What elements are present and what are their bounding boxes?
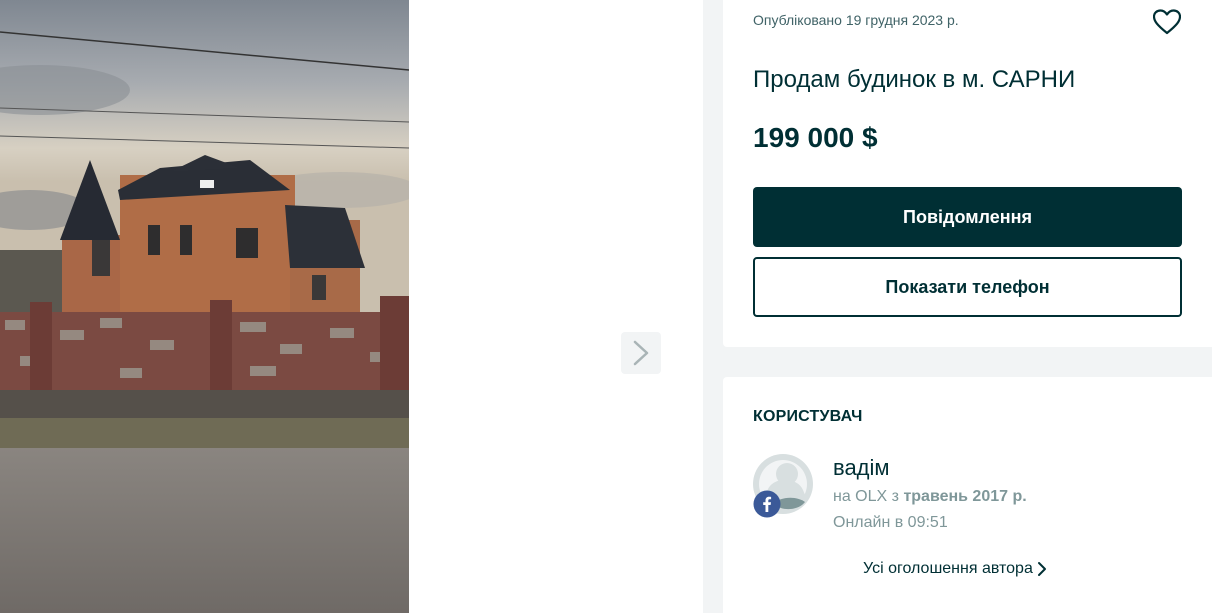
- heart-outline-icon: [1153, 9, 1181, 35]
- user-card: Користувач вадім на OLX з травень 2017 р…: [723, 377, 1212, 613]
- user-section-title: Користувач: [753, 408, 863, 425]
- message-button[interactable]: Повідомлення: [753, 187, 1182, 247]
- photo-gallery: [0, 0, 703, 613]
- all-author-ads-label: Усі оголошення автора: [863, 560, 1033, 577]
- member-since: на OLX з травень 2017 р.: [833, 488, 1027, 506]
- show-phone-button[interactable]: Показати телефон: [753, 257, 1182, 317]
- next-photo-button[interactable]: [621, 332, 661, 374]
- offer-card: Опубліковано 19 грудня 2023 р. Продам бу…: [723, 0, 1212, 347]
- chevron-right-icon: [1037, 562, 1046, 576]
- listing-page: Опубліковано 19 грудня 2023 р. Продам бу…: [0, 0, 1212, 613]
- chevron-right-icon: [633, 340, 649, 366]
- published-date: Опубліковано 19 грудня 2023 р.: [753, 12, 959, 28]
- last-online: Онлайн в 09:51: [833, 514, 948, 531]
- listing-title: Продам будинок в м. САРНИ: [753, 66, 1076, 93]
- listing-photo[interactable]: [0, 0, 409, 613]
- listing-price: 199 000 $: [753, 122, 878, 153]
- member-since-date: травень 2017 р.: [903, 488, 1027, 505]
- member-since-prefix: на OLX з: [833, 488, 899, 505]
- all-author-ads-link[interactable]: Усі оголошення автора: [863, 560, 1047, 578]
- facebook-icon: [753, 490, 781, 518]
- user-name[interactable]: вадім: [833, 455, 890, 481]
- favorite-button[interactable]: [1151, 6, 1183, 38]
